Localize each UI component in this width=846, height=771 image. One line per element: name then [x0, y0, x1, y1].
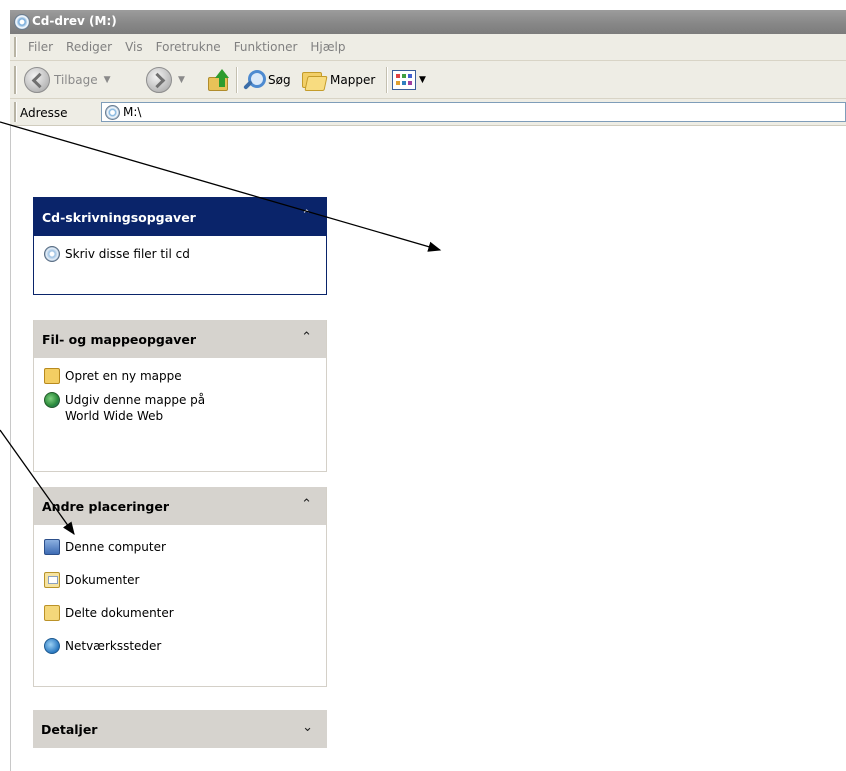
annotation-arrow [0, 429, 75, 536]
annotation-arrow [0, 121, 442, 252]
annotation-arrows [0, 121, 442, 536]
